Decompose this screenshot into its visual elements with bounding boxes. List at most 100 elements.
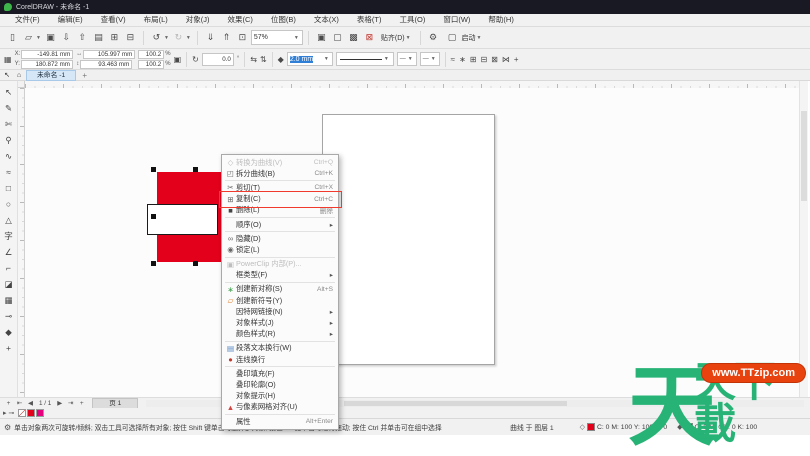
customize-toolbox-button[interactable]: + (2, 341, 16, 355)
red-swatch[interactable] (27, 409, 35, 417)
zoom-levels-icon[interactable]: ⊡ (235, 30, 250, 45)
document-tab[interactable]: 未命名 -1 (26, 70, 76, 81)
menubar-item-edit[interactable]: 编辑(E) (49, 14, 92, 26)
context-menu-item-cut[interactable]: ✂剪切(T)Ctrl+X (222, 182, 338, 193)
menubar-item-file[interactable]: 文件(F) (6, 14, 49, 26)
chevron-down-icon[interactable]: ▼ (36, 35, 41, 41)
context-menu-item-object-hints[interactable]: 对象提示(H) (222, 391, 338, 402)
show-rulers-icon[interactable]: ▢ (330, 30, 345, 45)
freehand-tool[interactable]: ∿ (2, 149, 16, 163)
connector-tool[interactable]: ⌐ (2, 261, 16, 275)
scrollbar-thumb[interactable] (344, 401, 568, 406)
snap-off-icon[interactable]: ⊠ (362, 30, 377, 45)
context-menu-item-hide[interactable]: ∞隐藏(D) (222, 233, 338, 244)
home-icon[interactable]: ⌂ (14, 72, 24, 79)
no-color-swatch[interactable] (18, 409, 26, 417)
zoom-tool[interactable]: ⚲ (2, 133, 16, 147)
full-screen-preview-icon[interactable]: ▣ (314, 30, 329, 45)
x-position-field[interactable]: -149.81 mm (21, 50, 73, 59)
import-icon[interactable]: ⇩ (59, 30, 74, 45)
new-document-icon[interactable]: ▯ (5, 30, 20, 45)
context-menu-item-copy[interactable]: ⊞复制(C)Ctrl+C (222, 194, 338, 205)
polygon-tool[interactable]: △ (2, 213, 16, 227)
context-menu-item-overprint-fill[interactable]: 叠印填充(F) (222, 368, 338, 379)
vertical-ruler[interactable] (18, 88, 25, 397)
menubar-item-layout[interactable]: 布局(L) (135, 14, 177, 26)
context-menu-item-connector-wrap[interactable]: ●连线换行 (222, 354, 338, 365)
ellipse-tool[interactable]: ○ (2, 197, 16, 211)
mirror-vertical-icon[interactable]: ⇅ (260, 55, 267, 64)
next-page-button[interactable]: ▶ (55, 399, 64, 407)
transparency-tool[interactable]: ▦ (2, 293, 16, 307)
last-page-button[interactable]: ⇥ (66, 399, 75, 407)
menubar-item-bitmaps[interactable]: 位图(B) (262, 14, 305, 26)
show-grid-icon[interactable]: ▩ (346, 30, 361, 45)
drop-shadow-tool[interactable]: ◪ (2, 277, 16, 291)
context-menu-item-split-curve[interactable]: ◰拆分曲线(B)Ctrl+K (222, 168, 338, 179)
prev-page-button[interactable]: ◀ (26, 399, 35, 407)
copy-icon[interactable]: ⊞ (107, 30, 122, 45)
rectangle-tool[interactable]: □ (2, 181, 16, 195)
redo-icon[interactable]: ↻ (171, 30, 186, 45)
selection-handle[interactable] (151, 261, 156, 266)
pick-tool[interactable]: ↖ (2, 85, 16, 99)
zoom-level-combo[interactable]: 57%▼ (251, 30, 303, 45)
outline-width-combo[interactable]: 2.0 mm▼ (287, 52, 333, 66)
export-icon[interactable]: ⇧ (75, 30, 90, 45)
menubar-item-object[interactable]: 对象(J) (177, 14, 219, 26)
page-tab[interactable]: 页 1 (92, 398, 138, 409)
scrollbar-thumb[interactable] (801, 111, 807, 201)
corner-style-icon[interactable]: ∗ (459, 55, 466, 64)
scale-x-field[interactable]: 100.2 (138, 50, 164, 59)
context-menu-item-lock[interactable]: ◉锁定(L) (222, 244, 338, 255)
selection-handle[interactable] (151, 167, 156, 172)
save-icon[interactable]: ▣ (43, 30, 58, 45)
context-menu-item-object-styles[interactable]: 对象样式(J)▸ (222, 317, 338, 328)
menubar-item-window[interactable]: 窗口(W) (434, 14, 479, 26)
white-rectangle-shape[interactable] (147, 204, 218, 235)
crop-tool[interactable]: ✄ (2, 117, 16, 131)
arrow-start-combo[interactable]: —▼ (397, 52, 417, 66)
y-position-field[interactable]: 180.872 mm (21, 60, 73, 69)
to-curve-icon[interactable]: ⊟ (480, 55, 487, 64)
options-gear-icon[interactable]: ⚙ (426, 30, 441, 45)
text-tool[interactable]: 字 (2, 229, 16, 243)
context-menu-item-internet-links[interactable]: 因特网链接(N)▸ (222, 306, 338, 317)
selection-handle[interactable] (151, 214, 156, 219)
line-style-combo[interactable]: ▼ (336, 52, 394, 66)
shape-tool[interactable]: ✎ (2, 101, 16, 115)
add-page-button-right[interactable]: + (77, 400, 86, 407)
launch-dropdown[interactable]: ▢启动▼ (442, 30, 486, 45)
context-menu-item-frame-type[interactable]: 框类型(F)▸ (222, 270, 338, 281)
context-menu-item-align-pixel-grid[interactable]: ▲与像素网格对齐(U) (222, 402, 338, 413)
first-page-button[interactable]: ⇤ (15, 399, 24, 407)
context-menu-item-create-new-symmetry[interactable]: ∗创建新对称(S)Alt+S (222, 284, 338, 295)
curve-smoothness-icon[interactable]: ≈ (451, 55, 455, 64)
interactive-fill-tool[interactable]: ◆ (2, 325, 16, 339)
paste-icon[interactable]: ⊟ (123, 30, 138, 45)
print-icon[interactable]: ▤ (91, 30, 106, 45)
vertical-scrollbar[interactable] (799, 81, 808, 397)
more-options-icon[interactable]: ⋈ (502, 55, 510, 64)
selection-handle[interactable] (193, 261, 198, 266)
color-eyedropper-tool[interactable]: ⊸ (2, 309, 16, 323)
open-icon[interactable]: ▱ (21, 30, 36, 45)
search-content-icon[interactable]: ⇓ (203, 30, 218, 45)
eyedropper-icon[interactable]: ⊸ (9, 409, 15, 417)
fillet-icon[interactable]: ⊠ (491, 55, 498, 64)
context-menu-item-wrap-paragraph-text[interactable]: ▤段落文本换行(W) (222, 343, 338, 354)
magenta-swatch[interactable] (36, 409, 44, 417)
menubar-item-text[interactable]: 文本(X) (305, 14, 348, 26)
snap-dropdown[interactable]: 贴齐(D)▼ (378, 30, 415, 45)
context-menu-item-delete[interactable]: ■删除(L)删除 (222, 205, 338, 216)
gear-icon[interactable]: ⚙ (4, 423, 11, 432)
object-width-field[interactable]: 105.997 mm (83, 50, 135, 59)
context-menu-item-color-styles[interactable]: 颜色样式(R)▸ (222, 329, 338, 340)
add-page-button[interactable]: + (4, 400, 13, 407)
scale-y-field[interactable]: 100.2 (138, 60, 164, 69)
menubar-item-table[interactable]: 表格(T) (348, 14, 391, 26)
dimension-tool[interactable]: ∠ (2, 245, 16, 259)
context-menu-item-properties[interactable]: 属性Alt+Enter (222, 416, 338, 427)
palette-arrow-icon[interactable]: ▸ (3, 409, 7, 417)
lock-ratio-icon[interactable]: ▣ (174, 55, 182, 64)
